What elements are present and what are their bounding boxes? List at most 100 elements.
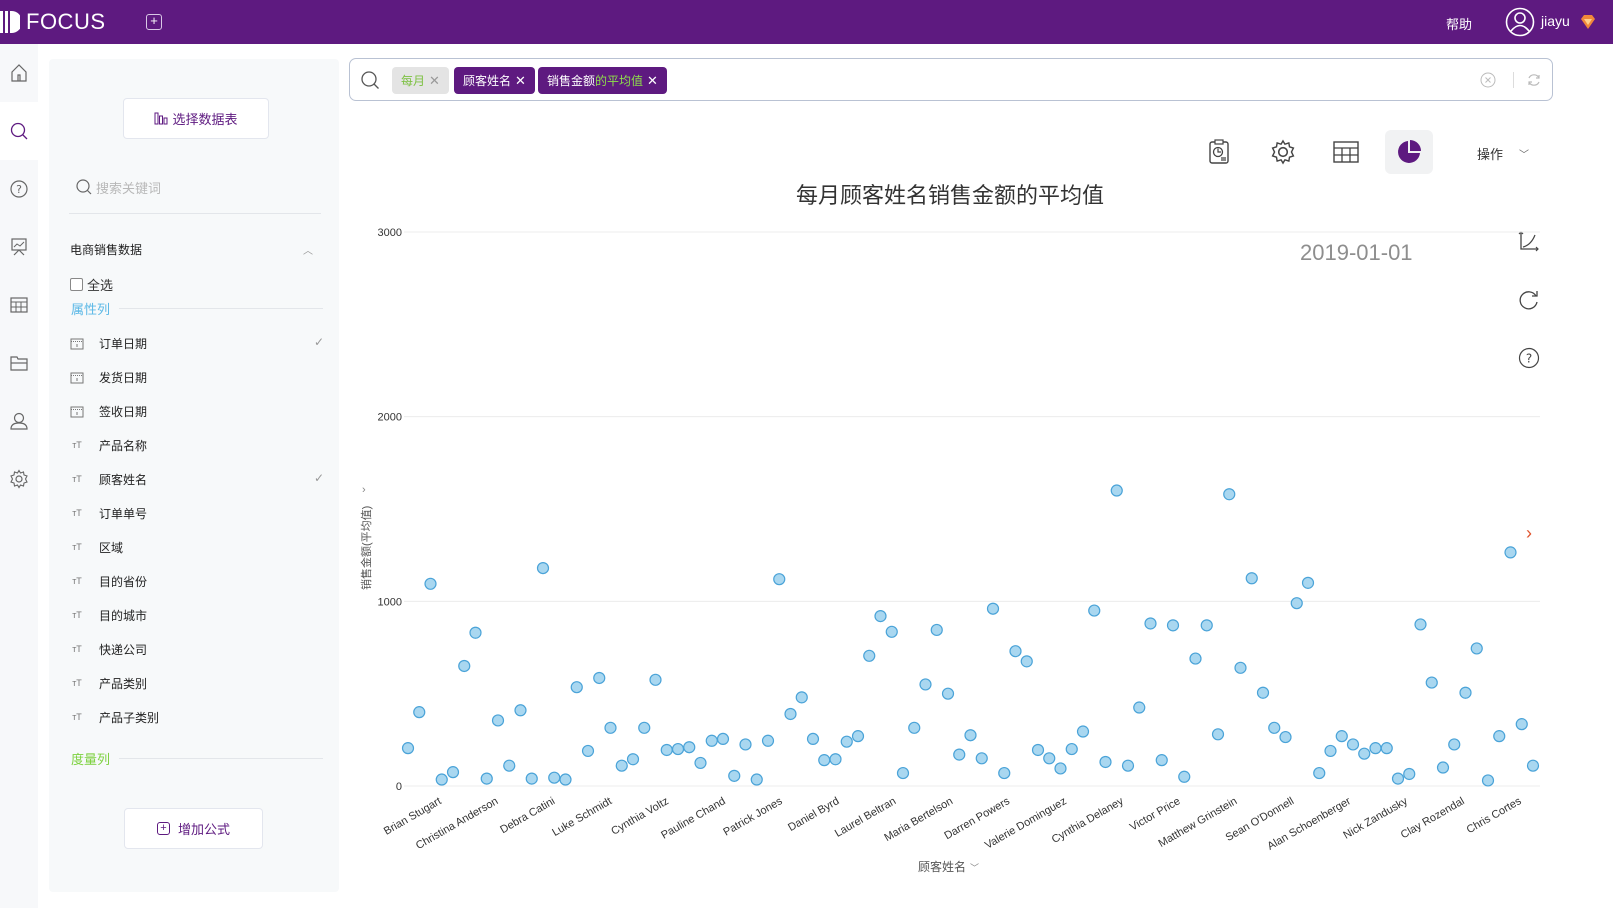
x-tick-label: Daniel Byrd <box>786 795 841 834</box>
y-tick-label: 0 <box>396 781 402 793</box>
x-tick-labels: Brian StugartChristina AndersonDebra Cat… <box>382 795 1524 853</box>
data-point <box>1380 742 1393 755</box>
data-point <box>1436 761 1450 774</box>
scatter-chart: 0 1000 2000 3000 Brian StugartChristina And… <box>378 227 1540 853</box>
data-point <box>1279 730 1292 744</box>
data-point <box>1099 755 1112 769</box>
data-point <box>1403 767 1416 781</box>
y-tick-labels: 0 1000 2000 3000 <box>378 227 402 793</box>
data-point <box>1493 730 1506 743</box>
data-point <box>694 756 707 770</box>
data-point <box>1526 759 1540 772</box>
data-point <box>986 602 1000 615</box>
grid-layer <box>404 231 1540 787</box>
data-point <box>593 671 606 685</box>
data-point <box>503 759 516 772</box>
data-point <box>1144 617 1157 630</box>
data-point <box>1301 576 1315 589</box>
data-point <box>908 721 921 734</box>
x-tick-label: Clay Rozendal <box>1399 795 1467 841</box>
data-point <box>638 721 651 734</box>
x-tick-label: Luke Schmidt <box>550 795 614 839</box>
data-point <box>829 753 842 766</box>
data-point <box>1110 484 1123 497</box>
data-point <box>1268 721 1281 734</box>
data-point <box>851 730 865 743</box>
data-point <box>818 754 831 767</box>
data-point <box>1391 772 1405 785</box>
data-point <box>525 772 538 785</box>
data-point <box>1155 754 1168 767</box>
data-point <box>773 573 786 586</box>
data-point <box>548 771 561 784</box>
data-point <box>941 687 955 700</box>
data-points <box>401 484 1540 787</box>
data-point <box>1076 725 1090 738</box>
data-point <box>885 625 898 638</box>
data-point <box>806 732 820 746</box>
data-point <box>750 773 763 786</box>
data-point <box>424 577 437 590</box>
data-point <box>930 623 943 637</box>
data-point <box>1065 742 1078 756</box>
data-point <box>1245 572 1258 585</box>
data-point <box>514 704 527 717</box>
y-tick-label: 2000 <box>378 412 402 424</box>
data-point <box>581 744 595 758</box>
data-point <box>671 742 685 756</box>
data-point <box>1515 718 1528 731</box>
data-point <box>1133 701 1146 714</box>
data-point <box>1448 738 1461 751</box>
data-point <box>964 729 977 742</box>
data-point <box>1166 619 1180 632</box>
data-point <box>1178 770 1191 783</box>
data-point <box>559 773 572 786</box>
data-point <box>1459 686 1472 699</box>
data-point <box>604 721 617 734</box>
data-point <box>1414 618 1427 631</box>
data-point <box>1189 652 1202 665</box>
x-tick-label: Chris Cortes <box>1465 795 1524 836</box>
data-point <box>1043 752 1056 765</box>
x-tick-label: Victor Price <box>1128 795 1183 833</box>
data-point <box>570 681 583 694</box>
data-point <box>975 752 988 765</box>
data-point <box>446 766 460 779</box>
x-tick-label: Patrick Jones <box>721 795 785 839</box>
data-point <box>1346 738 1360 751</box>
data-point <box>874 610 887 623</box>
data-point <box>1234 661 1247 674</box>
data-point <box>998 766 1011 780</box>
data-point <box>536 561 550 575</box>
data-point <box>660 743 673 757</box>
data-point <box>728 769 741 782</box>
y-tick-label: 1000 <box>378 596 402 608</box>
data-point <box>1031 743 1045 757</box>
data-point <box>795 691 808 704</box>
data-point <box>1335 730 1348 743</box>
data-point <box>1211 728 1225 741</box>
data-point <box>1313 766 1326 780</box>
x-tick-label: Pauline Chand <box>659 795 728 841</box>
data-point <box>1324 744 1337 758</box>
data-point <box>840 735 853 748</box>
data-point <box>1020 655 1033 668</box>
y-tick-label: 3000 <box>378 227 402 239</box>
data-point <box>1200 619 1213 632</box>
data-point <box>649 673 662 686</box>
data-point <box>1009 645 1022 658</box>
data-point <box>626 753 640 766</box>
data-point <box>413 706 426 719</box>
data-point <box>435 773 448 786</box>
data-point <box>863 649 876 662</box>
data-point <box>784 707 797 721</box>
data-point <box>458 659 471 673</box>
data-point <box>1481 774 1495 787</box>
data-point <box>1425 676 1438 689</box>
data-point <box>469 626 482 639</box>
data-point <box>1088 604 1101 617</box>
data-point <box>1504 546 1517 559</box>
data-point <box>761 734 775 747</box>
data-point <box>683 741 696 754</box>
data-point <box>1470 642 1483 655</box>
